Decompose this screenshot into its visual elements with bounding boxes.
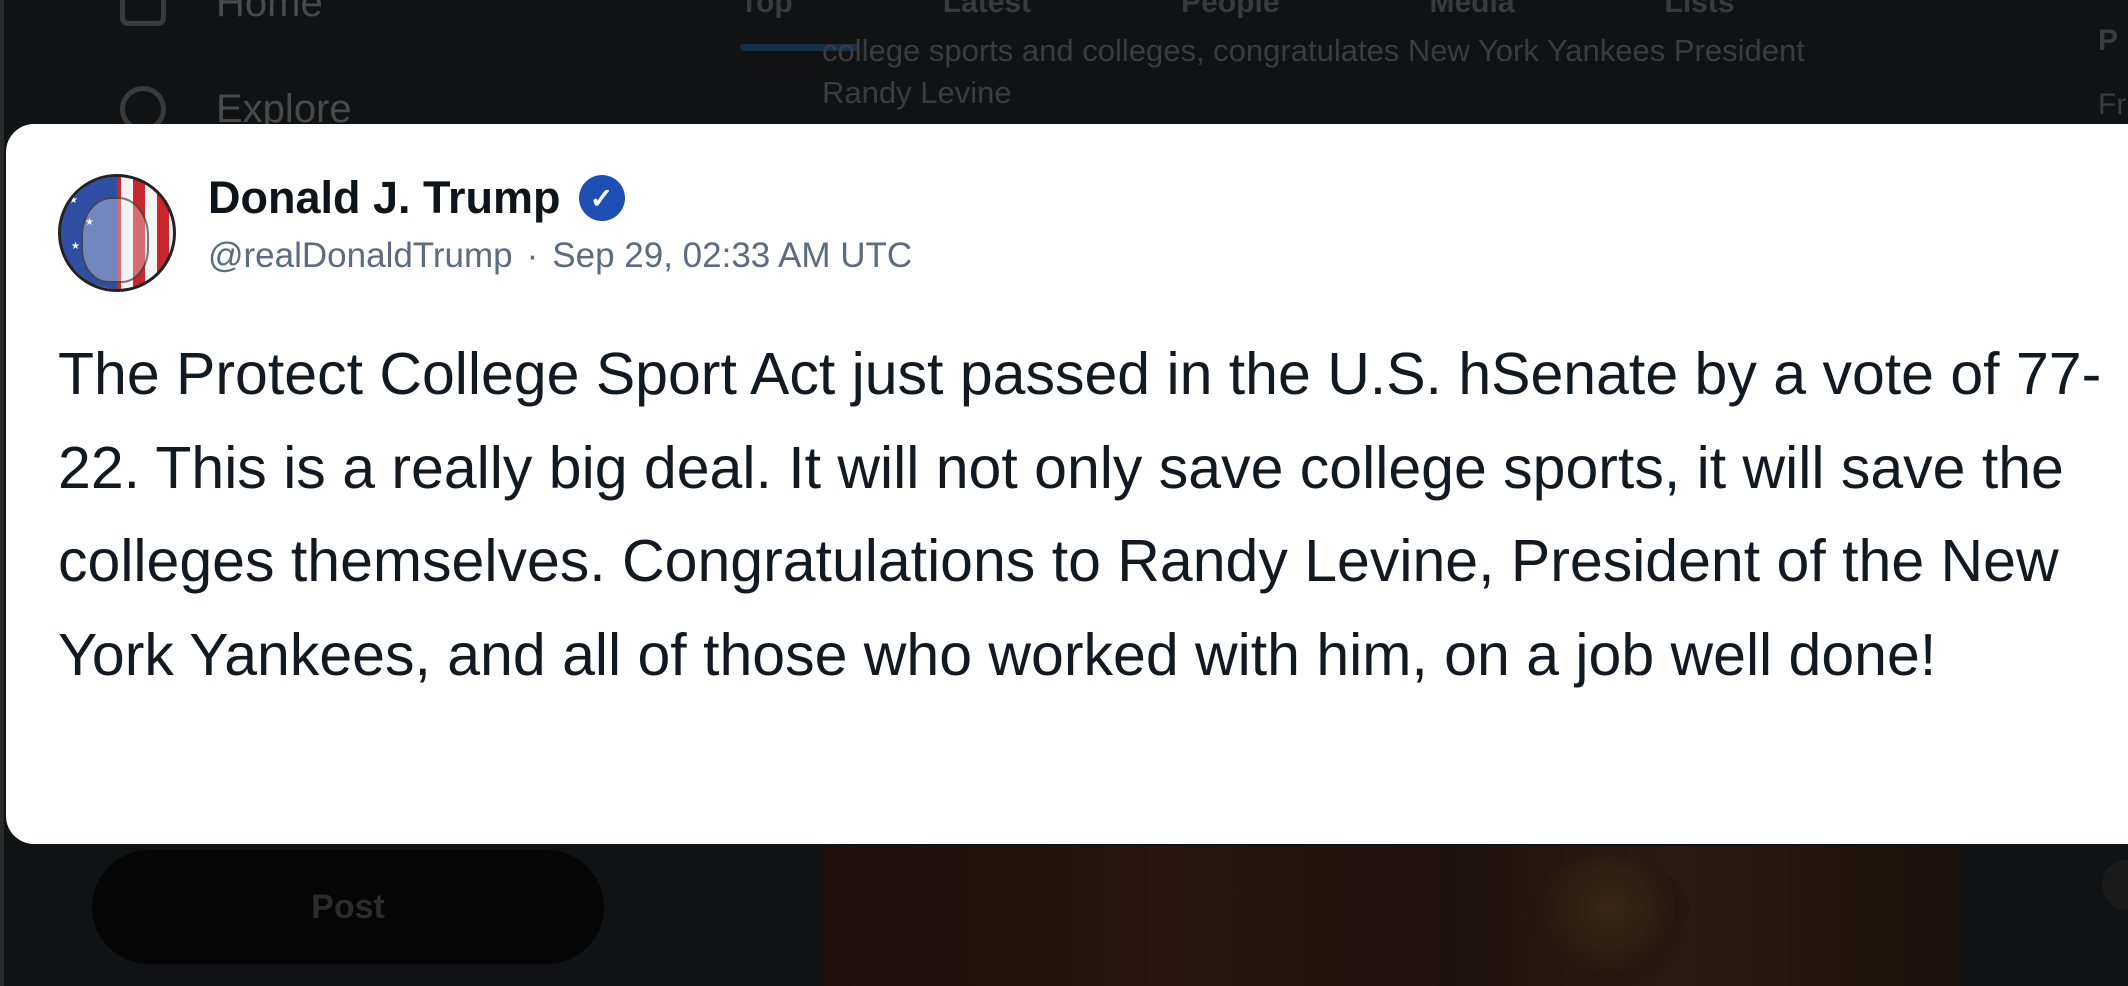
verified-badge-icon: ✓ (578, 175, 625, 221)
window-edge (0, 0, 4, 986)
player-figure (1524, 856, 1694, 986)
post-text: The Protect College Sport Act just passe… (58, 341, 2102, 688)
home-icon (120, 0, 166, 26)
right-column-fragment-2: Fr (2098, 88, 2127, 121)
result-snippet-line-1: college sports and colleges, congratulat… (822, 33, 1805, 68)
tab-lists[interactable]: Lists (1665, 0, 1735, 20)
right-column-fragment: P (2098, 24, 2119, 57)
post-meta: @realDonaldTrump · Sep 29, 02:33 AM UTC (208, 236, 912, 276)
nav-label-home: Home (216, 0, 323, 25)
nav-item-home[interactable]: Home (120, 0, 323, 26)
right-avatar[interactable] (2102, 860, 2128, 910)
avatar[interactable]: ★ ★ ★ (58, 174, 176, 292)
tab-media[interactable]: Media (1429, 0, 1514, 20)
author-name[interactable]: Donald J. Trump (208, 172, 561, 224)
star-icon: ★ (71, 241, 80, 252)
post-media-image[interactable] (824, 846, 1960, 986)
star-icon: ★ (69, 195, 78, 206)
meta-separator: · (526, 236, 539, 275)
result-snippet-line-2: Randy Levine (822, 75, 1012, 110)
post-timestamp[interactable]: Sep 29, 02:33 AM UTC (552, 236, 912, 276)
post-button[interactable]: Post (92, 850, 604, 964)
author-row: Donald J. Trump ✓ (208, 172, 625, 224)
avatar-face (81, 197, 149, 283)
search-tabs: Top Latest People Media Lists (740, 0, 1735, 20)
tab-top[interactable]: Top (740, 0, 793, 20)
author-handle[interactable]: @realDonaldTrump (208, 236, 513, 276)
tab-latest[interactable]: Latest (943, 0, 1031, 20)
tab-people[interactable]: People (1181, 0, 1279, 20)
